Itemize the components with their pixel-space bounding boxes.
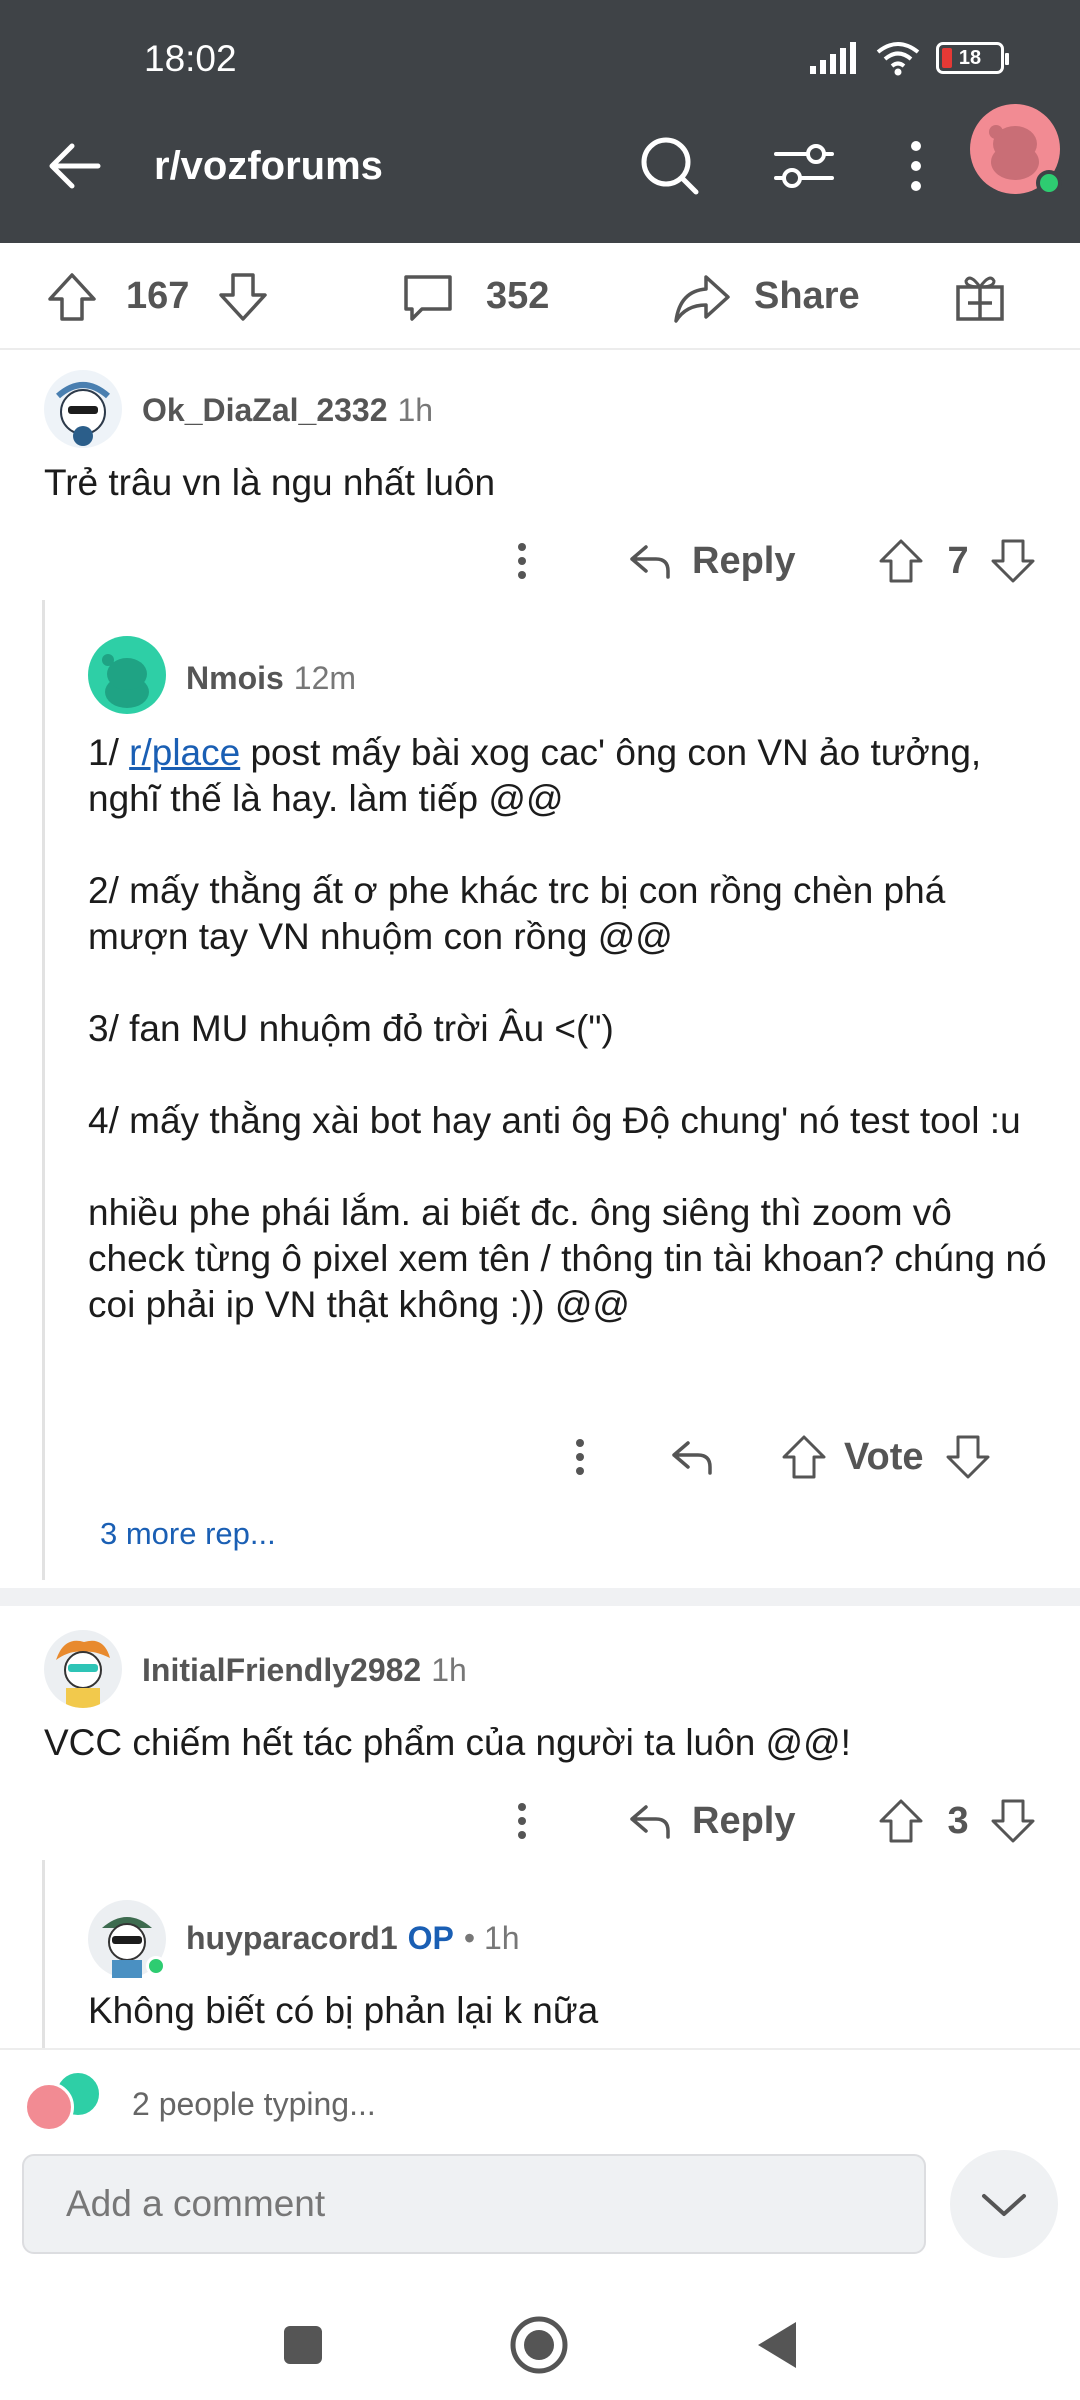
avatar bbox=[24, 2082, 74, 2132]
more-vert-icon[interactable] bbox=[498, 537, 546, 585]
thread-divider bbox=[0, 1588, 1080, 1606]
comment-paragraph: 4/ mấy thằng xài bot hay anti ôg Độ chun… bbox=[88, 1100, 1021, 1141]
home-icon[interactable] bbox=[508, 2314, 570, 2376]
upvote-count: 167 bbox=[126, 275, 190, 317]
comment-body: VCC chiếm hết tác phẩm của người ta luôn… bbox=[44, 1722, 851, 1763]
upvote-icon[interactable] bbox=[780, 1433, 828, 1481]
upvote-group: 167 bbox=[44, 243, 271, 350]
back-nav-icon[interactable] bbox=[752, 2318, 802, 2372]
comment-paragraph: nhiều phe phái lắm. ai biết đc. ông siên… bbox=[88, 1192, 1047, 1325]
reply-icon[interactable] bbox=[668, 1433, 716, 1481]
status-time: 18:02 bbox=[144, 38, 237, 79]
comment-username[interactable]: huyparacord1 bbox=[186, 1920, 398, 1956]
comment-time: • 1h bbox=[463, 1920, 520, 1956]
avatar[interactable] bbox=[88, 1900, 166, 1978]
signal-icon bbox=[810, 42, 856, 74]
reply-icon[interactable] bbox=[626, 537, 674, 585]
share-icon bbox=[674, 274, 730, 323]
vote-count: 3 bbox=[947, 1799, 969, 1842]
search-icon[interactable] bbox=[634, 130, 706, 202]
reply-icon[interactable] bbox=[626, 1797, 674, 1845]
battery-icon: 18 bbox=[936, 42, 1009, 74]
op-badge: OP bbox=[407, 1920, 454, 1956]
online-indicator bbox=[146, 1956, 166, 1976]
chevron-down-icon bbox=[982, 2194, 1026, 2216]
comment-username[interactable]: Ok_DiaZal_2332 bbox=[142, 392, 388, 428]
upvote-icon[interactable] bbox=[877, 1797, 925, 1845]
award-button[interactable] bbox=[952, 243, 1008, 350]
comment-time: 12m bbox=[293, 660, 357, 696]
add-comment-input[interactable]: Add a comment bbox=[22, 2154, 926, 2254]
upvote-icon[interactable] bbox=[44, 269, 100, 325]
comment-icon bbox=[404, 274, 452, 321]
user-avatar[interactable] bbox=[970, 104, 1062, 196]
avatar[interactable] bbox=[88, 636, 166, 714]
subreddit-link[interactable]: r/place bbox=[129, 732, 240, 773]
share-button[interactable]: Share bbox=[672, 243, 860, 350]
comment-paragraph: 1/ r/place post mấy bài xog cac' ông con… bbox=[88, 730, 1048, 822]
downvote-icon[interactable] bbox=[215, 269, 271, 325]
typing-avatars bbox=[24, 2070, 114, 2132]
comments-button[interactable]: 352 bbox=[400, 243, 549, 350]
subreddit-title[interactable]: r/vozforums bbox=[154, 144, 383, 189]
snoo-avatar-icon bbox=[56, 1640, 110, 1708]
comment-body: Không biết có bị phản lại k nữa bbox=[88, 1990, 599, 2031]
reply-button[interactable]: Reply bbox=[692, 1800, 795, 1843]
share-label: Share bbox=[754, 275, 860, 317]
upvote-icon[interactable] bbox=[877, 537, 925, 585]
post-action-bar: 167 352 Share bbox=[0, 243, 1080, 350]
comment-paragraph: 2/ mấy thằng ất ơ phe khác trc bị con rồ… bbox=[88, 870, 946, 957]
thread-line bbox=[42, 1860, 45, 2050]
back-arrow-icon[interactable] bbox=[40, 130, 112, 202]
battery-level: 18 bbox=[958, 46, 982, 69]
comment-username[interactable]: Nmois bbox=[186, 660, 284, 696]
reply-button[interactable]: Reply bbox=[692, 540, 795, 583]
more-vert-icon[interactable] bbox=[556, 1433, 604, 1481]
text-span: 1/ bbox=[88, 732, 130, 773]
comment-paragraph: 3/ fan MU nhuộm đỏ trời Âu <(") bbox=[88, 1008, 614, 1049]
more-replies-link[interactable]: 3 more rep... bbox=[100, 1516, 276, 1552]
comment-actions: Reply 3 bbox=[498, 1786, 1037, 1856]
snoo-avatar-icon bbox=[102, 654, 149, 708]
downvote-icon[interactable] bbox=[989, 537, 1037, 585]
comment-actions: Reply 7 bbox=[498, 526, 1037, 596]
wifi-icon bbox=[876, 42, 920, 76]
comment-body: Trẻ trâu vn là ngu nhất luôn bbox=[44, 462, 496, 503]
app-header: 18:02 18 r/vozforums bbox=[0, 0, 1080, 243]
online-indicator bbox=[1036, 170, 1062, 196]
vote-label: Vote bbox=[844, 1435, 924, 1478]
comment-time: 1h bbox=[431, 1652, 467, 1688]
comment-body: 1/ r/place post mấy bài xog cac' ông con… bbox=[88, 730, 1048, 1328]
award-icon bbox=[956, 276, 1004, 321]
avatar[interactable] bbox=[44, 370, 122, 448]
thread-line bbox=[42, 600, 45, 1580]
comment-count: 352 bbox=[486, 275, 550, 317]
status-icons: 18 bbox=[810, 40, 1009, 76]
recents-icon[interactable] bbox=[278, 2320, 328, 2370]
collapse-button[interactable] bbox=[950, 2150, 1058, 2258]
avatar[interactable] bbox=[44, 1630, 122, 1708]
comment-username[interactable]: InitialFriendly2982 bbox=[142, 1652, 421, 1688]
typing-indicator: 2 people typing... bbox=[132, 2086, 376, 2122]
downvote-icon[interactable] bbox=[989, 1797, 1037, 1845]
downvote-icon[interactable] bbox=[944, 1433, 992, 1481]
more-vert-icon[interactable] bbox=[498, 1797, 546, 1845]
comment-time: 1h bbox=[397, 392, 434, 428]
filter-icon[interactable] bbox=[768, 130, 840, 202]
system-nav-bar bbox=[0, 2290, 1080, 2400]
snoo-avatar-icon bbox=[56, 382, 110, 446]
comment-actions: Vote bbox=[556, 1422, 992, 1492]
more-vert-icon[interactable] bbox=[880, 130, 952, 202]
vote-count: 7 bbox=[947, 539, 969, 582]
